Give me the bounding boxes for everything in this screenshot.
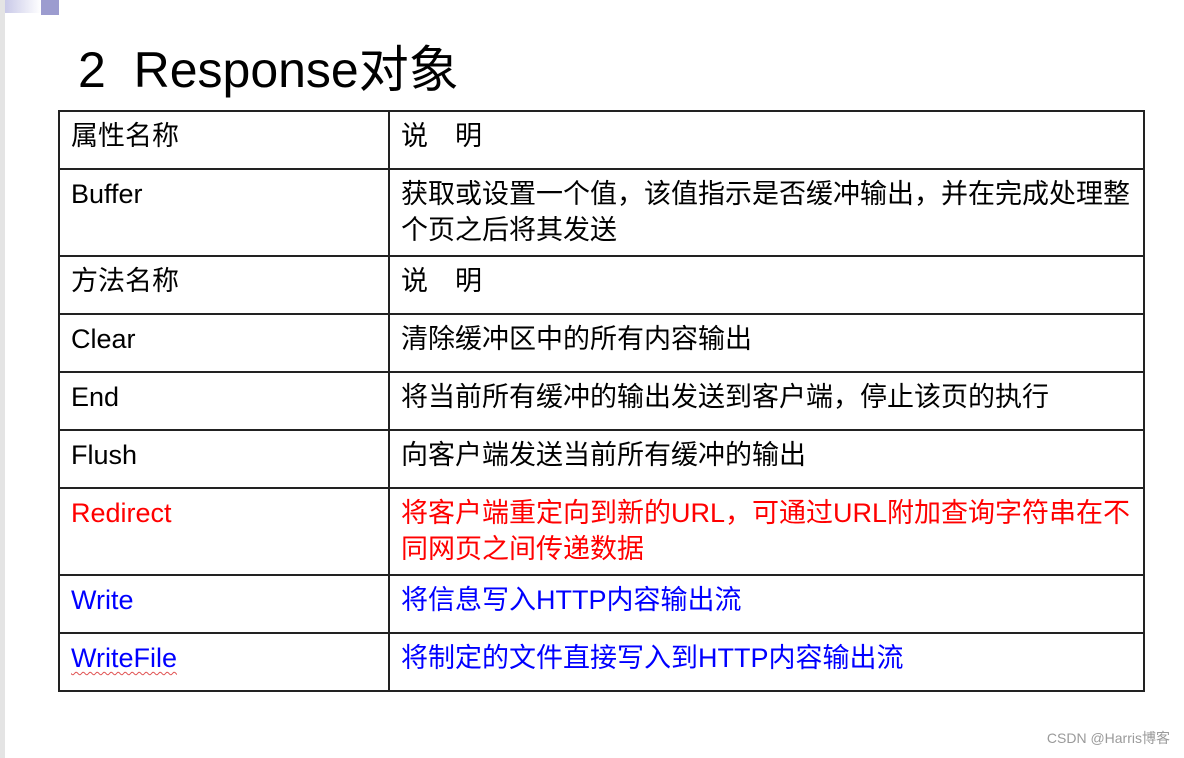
watermark: CSDN @Harris博客 (1046, 730, 1170, 746)
corner-decoration-square (41, 0, 59, 15)
member-description: 将制定的文件直接写入到HTTP内容输出流 (388, 632, 1145, 692)
table-row-highlighted-blue: WriteFile 将制定的文件直接写入到HTTP内容输出流 (58, 632, 1145, 692)
table-row: Clear 清除缓冲区中的所有内容输出 (58, 313, 1145, 373)
member-description: 获取或设置一个值，该值指示是否缓冲输出，并在完成处理整个页之后将其发送 (388, 168, 1145, 257)
table-header-row-properties: 属性名称 说 明 (58, 110, 1145, 170)
table-header-row-methods: 方法名称 说 明 (58, 255, 1145, 315)
column-header-description: 说 明 (388, 255, 1145, 315)
slide-left-edge (0, 0, 5, 758)
member-description: 将信息写入HTTP内容输出流 (388, 574, 1145, 634)
table-row: Flush 向客户端发送当前所有缓冲的输出 (58, 429, 1145, 489)
corner-decoration-gradient (5, 0, 41, 13)
member-description: 将当前所有缓冲的输出发送到客户端，停止该页的执行 (388, 371, 1145, 431)
table-row: End 将当前所有缓冲的输出发送到客户端，停止该页的执行 (58, 371, 1145, 431)
member-name: Flush (58, 429, 390, 489)
member-name: Clear (58, 313, 390, 373)
member-description: 向客户端发送当前所有缓冲的输出 (388, 429, 1145, 489)
member-name: Write (58, 574, 390, 634)
slide-title: 2 Response对象 (78, 42, 459, 98)
member-description: 将客户端重定向到新的URL，可通过URL附加查询字符串在不同网页之间传递数据 (388, 487, 1145, 576)
table-row-highlighted-blue: Write 将信息写入HTTP内容输出流 (58, 574, 1145, 634)
table-row-highlighted-red: Redirect 将客户端重定向到新的URL，可通过URL附加查询字符串在不同网… (58, 487, 1145, 576)
response-members-table: 属性名称 说 明 Buffer 获取或设置一个值，该值指示是否缓冲输出，并在完成… (58, 110, 1145, 692)
member-description: 清除缓冲区中的所有内容输出 (388, 313, 1145, 373)
column-header-method-name: 方法名称 (58, 255, 390, 315)
table-row: Buffer 获取或设置一个值，该值指示是否缓冲输出，并在完成处理整个页之后将其… (58, 168, 1145, 257)
column-header-property-name: 属性名称 (58, 110, 390, 170)
member-name: Redirect (58, 487, 390, 576)
member-name: End (58, 371, 390, 431)
member-name-cell: WriteFile (58, 632, 390, 692)
member-name: Buffer (58, 168, 390, 257)
member-name-spellcheck-underlined: WriteFile (71, 643, 178, 673)
column-header-description: 说 明 (388, 110, 1145, 170)
